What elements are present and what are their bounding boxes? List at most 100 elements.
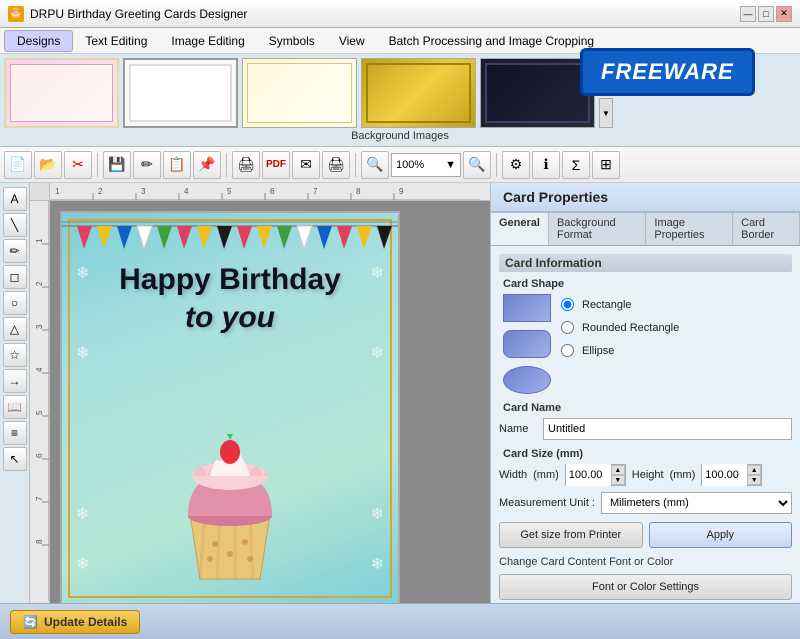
minimize-button[interactable]: — xyxy=(740,6,756,22)
shape-radio-ellipse[interactable] xyxy=(561,344,574,357)
shape-label-ellipse: Ellipse xyxy=(582,345,614,357)
name-input[interactable] xyxy=(543,418,792,440)
menu-text-editing[interactable]: Text Editing xyxy=(73,31,159,51)
bg-thumb-4[interactable] xyxy=(361,58,476,128)
save-button[interactable]: 💾 xyxy=(103,151,131,179)
pointer-tool[interactable]: ↖ xyxy=(3,447,27,471)
shape-tool[interactable]: ◻ xyxy=(3,265,27,289)
shape-radios: Rectangle Rounded Rectangle Ellipse xyxy=(561,294,679,357)
canvas-wrapper: 1 2 3 4 5 6 7 8 9 xyxy=(30,183,490,603)
shape-row-rect: Rectangle xyxy=(561,298,679,311)
bg-thumb-3[interactable] xyxy=(242,58,357,128)
height-input[interactable] xyxy=(702,464,747,486)
freeware-badge: FREEWARE xyxy=(580,48,755,96)
size-btn-row: Get size from Printer Apply xyxy=(499,522,792,548)
measurement-row: Measurement Unit : Milimeters (mm) Inche… xyxy=(499,492,792,514)
height-spin-down[interactable]: ▼ xyxy=(747,475,761,485)
bg-thumb-2[interactable] xyxy=(123,58,238,128)
settings-button[interactable]: ⚙ xyxy=(502,151,530,179)
new-button[interactable]: 📄 xyxy=(4,151,32,179)
menu-view[interactable]: View xyxy=(327,31,377,51)
bg-thumb-1[interactable] xyxy=(4,58,119,128)
card-info-title: Card Information xyxy=(499,254,792,272)
get-size-button[interactable]: Get size from Printer xyxy=(499,522,643,548)
toolbar-sep-4 xyxy=(496,153,497,177)
width-input-wrap: ▲ ▼ xyxy=(565,464,626,486)
font-section: Change Card Content Font or Color Font o… xyxy=(499,556,792,600)
svg-text:5: 5 xyxy=(227,187,232,196)
book-tool[interactable]: 📖 xyxy=(3,395,27,419)
print-preview-button[interactable]: 🖨 xyxy=(232,151,260,179)
shape-radio-rounded[interactable] xyxy=(561,321,574,334)
width-spin-up[interactable]: ▲ xyxy=(611,465,625,475)
text-tool[interactable]: A xyxy=(3,187,27,211)
update-details-button[interactable]: 🔄 Update Details xyxy=(10,610,140,634)
cupcake xyxy=(165,424,295,584)
crop-button[interactable]: ⊞ xyxy=(592,151,620,179)
card-shape-section: Card Shape Rectangle xyxy=(499,278,792,394)
app-icon: 🎂 xyxy=(8,6,24,22)
deco-4: ❄ xyxy=(371,343,384,363)
shape-label-rounded: Rounded Rectangle xyxy=(582,322,679,334)
sigma-button[interactable]: Σ xyxy=(562,151,590,179)
window-controls: — □ ✕ xyxy=(740,6,792,22)
bunting xyxy=(62,221,398,261)
update-label: Update Details xyxy=(44,615,127,629)
height-spin-up[interactable]: ▲ xyxy=(747,465,761,475)
zoom-out-button[interactable]: 🔍 xyxy=(463,151,491,179)
card-text-line2: to you xyxy=(62,299,398,337)
bg-scroll-down[interactable]: ▼ xyxy=(599,98,613,128)
width-spin-down[interactable]: ▼ xyxy=(611,475,625,485)
delete-button[interactable]: ✂ xyxy=(64,151,92,179)
toolbar-sep-1 xyxy=(97,153,98,177)
width-input[interactable] xyxy=(566,464,611,486)
zoom-combo[interactable]: 100% ▼ xyxy=(391,153,461,177)
toolbar-sep-3 xyxy=(355,153,356,177)
print-button[interactable]: 🖨 xyxy=(322,151,350,179)
copy-button[interactable]: 📋 xyxy=(163,151,191,179)
menu-batch[interactable]: Batch Processing and Image Cropping xyxy=(377,31,606,51)
zoom-in-button[interactable]: 🔍 xyxy=(361,151,389,179)
svg-text:2: 2 xyxy=(98,187,103,196)
canvas-area: 1 2 3 4 5 6 7 8 9 xyxy=(30,183,490,603)
menu-symbols[interactable]: Symbols xyxy=(257,31,327,51)
menu-designs[interactable]: Designs xyxy=(4,30,73,52)
edit-button[interactable]: ✏ xyxy=(133,151,161,179)
apply-button[interactable]: Apply xyxy=(649,522,793,548)
measurement-select[interactable]: Milimeters (mm) Inches (in) Pixels (px) xyxy=(601,492,792,514)
tab-border[interactable]: Card Border xyxy=(733,213,800,245)
svg-text:3: 3 xyxy=(141,187,146,196)
layers-tool[interactable]: ≡ xyxy=(3,421,27,445)
font-settings-button[interactable]: Font or Color Settings xyxy=(499,574,792,600)
line-tool[interactable]: ╲ xyxy=(3,213,27,237)
svg-text:5: 5 xyxy=(35,410,44,415)
triangle-tool[interactable]: △ xyxy=(3,317,27,341)
card-text: Happy Birthday to you xyxy=(62,261,398,336)
deco-6: ❄ xyxy=(371,504,384,524)
font-section-label: Change Card Content Font or Color xyxy=(499,556,792,568)
width-label: Width xyxy=(499,469,527,481)
tab-background[interactable]: Background Format xyxy=(549,213,646,245)
circle-tool[interactable]: ○ xyxy=(3,291,27,315)
email-button[interactable]: ✉ xyxy=(292,151,320,179)
tab-image[interactable]: Image Properties xyxy=(646,213,733,245)
shape-radio-rect[interactable] xyxy=(561,298,574,311)
deco-7: ❄ xyxy=(76,554,89,574)
tab-general[interactable]: General xyxy=(491,213,549,245)
shape-preview-ellipse xyxy=(503,366,551,394)
arrow-tool[interactable]: → xyxy=(3,369,27,393)
panel-tabs: General Background Format Image Properti… xyxy=(491,213,800,246)
menu-image-editing[interactable]: Image Editing xyxy=(159,31,256,51)
pdf-button[interactable]: PDF xyxy=(262,151,290,179)
width-spinners: ▲ ▼ xyxy=(611,465,625,485)
shape-preview-rect xyxy=(503,294,551,322)
star-tool[interactable]: ☆ xyxy=(3,343,27,367)
card-canvas[interactable]: ❄ ❄ ❄ ❄ ❄ ❄ ❄ ❄ Happy Birthday to you xyxy=(60,211,400,603)
maximize-button[interactable]: □ xyxy=(758,6,774,22)
pencil-tool[interactable]: ✏ xyxy=(3,239,27,263)
bg-thumb-5[interactable] xyxy=(480,58,595,128)
info-button[interactable]: ℹ xyxy=(532,151,560,179)
open-button[interactable]: 📂 xyxy=(34,151,62,179)
close-button[interactable]: ✕ xyxy=(776,6,792,22)
paste-button[interactable]: 📌 xyxy=(193,151,221,179)
